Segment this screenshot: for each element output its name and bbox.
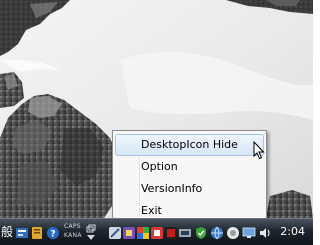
ime-language-bar: 般 ? CAPS KANA bbox=[0, 222, 108, 242]
ime-mode-char[interactable]: 般 bbox=[0, 222, 14, 242]
flag-icon[interactable] bbox=[136, 226, 150, 240]
restore-icon[interactable] bbox=[86, 224, 96, 234]
system-clock[interactable]: 2:04 bbox=[280, 219, 305, 245]
taskbar: 般 ? CAPS KANA 2:04 bbox=[0, 218, 313, 245]
monitor-icon[interactable] bbox=[242, 226, 256, 240]
notification-area bbox=[108, 222, 278, 242]
color-icon[interactable] bbox=[150, 226, 164, 240]
menu-item-label: Exit bbox=[141, 204, 162, 217]
ime-toolbar-icon[interactable] bbox=[15, 226, 29, 240]
caps-lock-indicator: CAPS bbox=[64, 223, 81, 230]
menu-item-label: VersionInfo bbox=[141, 182, 203, 195]
mouse-pointer-icon bbox=[253, 141, 265, 160]
tool-icon[interactable] bbox=[108, 226, 122, 240]
network-icon[interactable] bbox=[178, 226, 192, 240]
sound-icon[interactable] bbox=[258, 226, 272, 240]
app-shield-icon[interactable] bbox=[226, 226, 240, 240]
chevron-down-icon[interactable] bbox=[86, 234, 96, 242]
security-icon[interactable] bbox=[164, 226, 178, 240]
shield-check-icon[interactable] bbox=[194, 226, 208, 240]
dictionary-icon[interactable] bbox=[30, 226, 44, 240]
menu-item-versioninfo[interactable]: VersionInfo bbox=[115, 178, 264, 200]
svg-text:?: ? bbox=[50, 230, 55, 240]
menu-item-desktopicon-hide[interactable]: DesktopIcon Hide bbox=[115, 134, 264, 156]
kana-indicator: KANA bbox=[64, 232, 82, 239]
help-icon[interactable]: ? bbox=[46, 226, 60, 240]
menu-item-option[interactable]: Option bbox=[115, 156, 264, 178]
globe-icon[interactable] bbox=[210, 226, 224, 240]
app-icon[interactable] bbox=[122, 226, 136, 240]
menu-item-label: DesktopIcon Hide bbox=[141, 138, 238, 151]
menu-item-label: Option bbox=[141, 160, 178, 173]
context-menu: DesktopIcon Hide Option VersionInfo Exit bbox=[112, 130, 267, 225]
